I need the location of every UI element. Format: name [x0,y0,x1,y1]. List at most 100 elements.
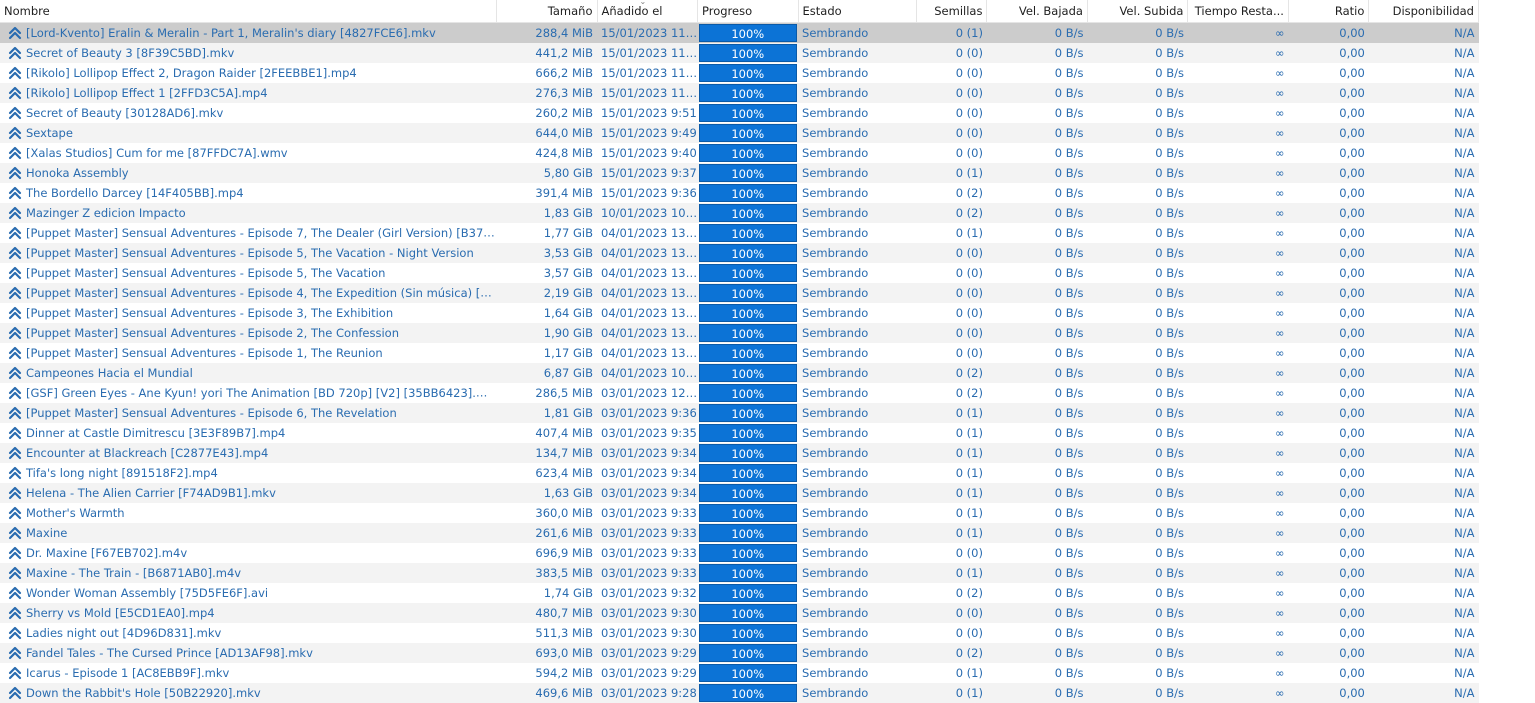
table-row[interactable]: [Rikolo] Lollipop Effect 1 [2FFD3C5A].mp… [0,83,1479,103]
column-header-added[interactable]: ⌄ Añadido el [597,0,699,23]
table-row[interactable]: Down the Rabbit's Hole [50B22920].mkv 469… [0,683,1479,703]
name-cell[interactable]: Maxine - The Train - [B6871AB0].m4v [0,563,497,583]
ratio-cell: 0,00 [1339,226,1365,240]
table-row[interactable]: [Puppet Master] Sensual Adventures - Epi… [0,343,1479,363]
table-row[interactable]: [Puppet Master] Sensual Adventures - Epi… [0,223,1479,243]
table-row[interactable]: Dr. Maxine [F67EB702].m4v 696,9 MiB 03/01/… [0,543,1479,563]
column-header-seeds[interactable]: Semillas [916,0,988,23]
name-cell[interactable]: Secret of Beauty 3 [8F39C5BD].mkv [0,43,497,63]
name-cell[interactable]: Mother's Warmth [0,503,497,523]
table-row[interactable]: [GSF] Green Eyes - Ane Kyun! yori The An… [0,383,1479,403]
name-cell[interactable]: Sherry vs Mold [E5CD1EA0].mp4 [0,603,497,623]
name-cell[interactable]: Sextape [0,123,497,143]
column-header-status[interactable]: Estado [798,0,918,23]
table-row[interactable]: Secret of Beauty [30128AD6].mkv 260,2 MiB… [0,103,1479,123]
name-cell[interactable]: Secret of Beauty [30128AD6].mkv [0,103,497,123]
name-cell[interactable]: Dr. Maxine [F67EB702].m4v [0,543,497,563]
name-cell[interactable]: [Rikolo] Lollipop Effect 2, Dragon Raide… [0,63,497,83]
table-row[interactable]: Sextape 644,0 MiB 15/01/2023 9:49 100% Sembr… [0,123,1479,143]
column-header-size[interactable]: Tamaño [496,0,598,23]
availability-cell: N/A [1454,186,1475,200]
column-header-name[interactable]: Nombre [0,0,498,23]
eta-cell: ∞ [1274,566,1285,580]
table-row[interactable]: Secret of Beauty 3 [8F39C5BD].mkv 441,2 M… [0,43,1479,63]
table-row[interactable]: [Xalas Studios] Cum for me [87FFDC7A].wm… [0,143,1479,163]
column-header-progress[interactable]: Progreso [697,0,799,23]
torrent-name: Maxine [26,526,68,540]
name-cell[interactable]: [Puppet Master] Sensual Adventures - Epi… [0,343,497,363]
up-speed-cell: 0 B/s [1155,486,1184,500]
table-row[interactable]: Maxine 261,6 MiB 03/01/2023 9:33 100% Sembra… [0,523,1479,543]
name-cell[interactable]: The Bordello Darcey [14F405BB].mp4 [0,183,497,203]
size-cell: 3,53 GiB [543,246,594,260]
table-row[interactable]: Helena - The Alien Carrier [F74AD9B1].mk… [0,483,1479,503]
table-row[interactable]: [Puppet Master] Sensual Adventures - Epi… [0,323,1479,343]
column-header-up-speed[interactable]: Vel. Subida [1087,0,1189,23]
name-cell[interactable]: [Puppet Master] Sensual Adventures - Epi… [0,283,497,303]
table-row[interactable]: Tifa's long night [891518F2].mp4 623,4 Mi… [0,463,1479,483]
table-row[interactable]: Encounter at Blackreach [C2877E43].mp4 13… [0,443,1479,463]
size-cell: 623,4 MiB [535,466,594,480]
name-cell[interactable]: Honoka Assembly [0,163,497,183]
table-row[interactable]: The Bordello Darcey [14F405BB].mp4 391,4 … [0,183,1479,203]
name-cell[interactable]: [Puppet Master] Sensual Adventures - Epi… [0,403,497,423]
progress-bar: 100% [698,424,798,442]
added-cell: 15/01/2023 11:07 [601,26,698,40]
table-row[interactable]: [Puppet Master] Sensual Adventures - Epi… [0,283,1479,303]
table-row[interactable]: [Puppet Master] Sensual Adventures - Epi… [0,243,1479,263]
name-cell[interactable]: Down the Rabbit's Hole [50B22920].mkv [0,683,497,703]
name-cell[interactable]: Dinner at Castle Dimitrescu [3E3F89B7].m… [0,423,497,443]
name-cell[interactable]: [Puppet Master] Sensual Adventures - Epi… [0,243,497,263]
added-cell: 15/01/2023 9:36 [601,186,697,200]
column-header-availability[interactable]: Disponibilidad [1368,0,1479,23]
table-row[interactable]: Maxine - The Train - [B6871AB0].m4v 383,5… [0,563,1479,583]
name-cell[interactable]: Icarus - Episode 1 [AC8EBB9F].mkv [0,663,497,683]
name-cell[interactable]: Tifa's long night [891518F2].mp4 [0,463,497,483]
progress-cell: 100% [698,323,799,343]
name-cell[interactable]: [Xalas Studios] Cum for me [87FFDC7A].wm… [0,143,497,163]
table-row[interactable]: Honoka Assembly 5,80 GiB 15/01/2023 9:37 10… [0,163,1479,183]
table-row[interactable]: [Rikolo] Lollipop Effect 2, Dragon Raide… [0,63,1479,83]
name-cell[interactable]: Wonder Woman Assembly [75D5FE6F].avi [0,583,497,603]
status-cell: Sembrando [802,226,869,240]
name-cell[interactable]: Ladies night out [4D96D831].mkv [0,623,497,643]
table-row[interactable]: [Puppet Master] Sensual Adventures - Epi… [0,303,1479,323]
table-row[interactable]: Mazinger Z edicion Impacto 1,83 GiB 10/01/… [0,203,1479,223]
table-row[interactable]: [Lord-Kvento] Eralin & Meralin - Part 1,… [0,22,1479,44]
table-row[interactable]: Fandel Tales - The Cursed Prince [AD13AF… [0,643,1479,663]
seeds-cell: 0 (0) [955,626,983,640]
table-row[interactable]: Icarus - Episode 1 [AC8EBB9F].mkv 594,2 M… [0,663,1479,683]
table-row[interactable]: [Puppet Master] Sensual Adventures - Epi… [0,263,1479,283]
table-row[interactable]: Mother's Warmth 360,0 MiB 03/01/2023 9:33 1… [0,503,1479,523]
name-cell[interactable]: Maxine [0,523,497,543]
column-header-ratio[interactable]: Ratio [1288,0,1370,23]
table-row[interactable]: Campeones Hacia el Mundial 6,87 GiB 04/01/… [0,363,1479,383]
column-header-down-speed[interactable]: Vel. Bajada [986,0,1088,23]
eta-cell: ∞ [1274,326,1285,340]
name-cell[interactable]: [Puppet Master] Sensual Adventures - Epi… [0,223,497,243]
eta-cell: ∞ [1274,686,1285,700]
eta-cell: ∞ [1274,626,1285,640]
progress-bar: 100% [698,224,798,242]
name-cell[interactable]: Mazinger Z edicion Impacto [0,203,497,223]
name-cell[interactable]: [GSF] Green Eyes - Ane Kyun! yori The An… [0,383,497,403]
name-cell[interactable]: [Rikolo] Lollipop Effect 1 [2FFD3C5A].mp… [0,83,497,103]
ratio-cell: 0,00 [1339,686,1365,700]
table-row[interactable]: Sherry vs Mold [E5CD1EA0].mp4 480,7 MiB 03… [0,603,1479,623]
seeds-cell: 0 (1) [955,426,983,440]
name-cell[interactable]: Campeones Hacia el Mundial [0,363,497,383]
name-cell[interactable]: Encounter at Blackreach [C2877E43].mp4 [0,443,497,463]
column-header-eta[interactable]: Tiempo Resta... [1187,0,1289,23]
table-row[interactable]: Wonder Woman Assembly [75D5FE6F].avi 1,74… [0,583,1479,603]
table-row[interactable]: [Puppet Master] Sensual Adventures - Epi… [0,403,1479,423]
name-cell[interactable]: Helena - The Alien Carrier [F74AD9B1].mk… [0,483,497,503]
added-cell: 15/01/2023 11:06 [601,66,698,80]
table-row[interactable]: Dinner at Castle Dimitrescu [3E3F89B7].m… [0,423,1479,443]
table-row[interactable]: Ladies night out [4D96D831].mkv 511,3 MiB… [0,623,1479,643]
name-cell[interactable]: [Lord-Kvento] Eralin & Meralin - Part 1,… [0,23,497,44]
name-cell[interactable]: Fandel Tales - The Cursed Prince [AD13AF… [0,643,497,663]
seeds-cell: 0 (0) [955,286,983,300]
name-cell[interactable]: [Puppet Master] Sensual Adventures - Epi… [0,263,497,283]
name-cell[interactable]: [Puppet Master] Sensual Adventures - Epi… [0,303,497,323]
name-cell[interactable]: [Puppet Master] Sensual Adventures - Epi… [0,323,497,343]
